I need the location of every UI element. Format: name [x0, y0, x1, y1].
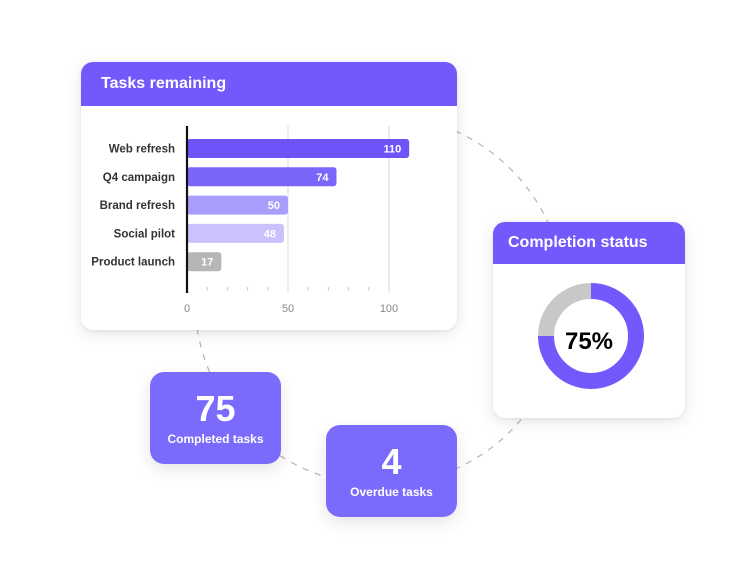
completed-tasks-label: Completed tasks — [167, 432, 264, 446]
donut-chart-container: 75% — [493, 264, 685, 418]
category-label: Web refresh — [109, 144, 175, 156]
tasks-bar-chart: 110 Web refresh 74 Q4 campaign 50 Brand refre… — [91, 126, 410, 315]
completed-tasks-card: 75 Completed tasks — [150, 372, 281, 464]
completed-tasks-value: 75 — [195, 388, 236, 429]
category-label: Product launch — [91, 257, 175, 269]
category-label: Q4 campaign — [103, 172, 175, 184]
bar-1 — [187, 167, 337, 187]
tasks-remaining-card: Tasks remaining 110 Web refresh 74 Q4 campa… — [81, 62, 457, 330]
completion-status-title: Completion status — [508, 234, 648, 251]
completion-status-card: Completion status 75% — [493, 222, 685, 418]
category-label: Social pilot — [114, 228, 176, 240]
bar-value-label: 48 — [264, 228, 276, 240]
x-tick-label: 0 — [184, 303, 190, 315]
x-tick-label: 50 — [282, 303, 294, 315]
bar-0 — [187, 139, 410, 158]
bar-value-label: 74 — [316, 172, 329, 184]
overdue-tasks-label: Overdue tasks — [350, 485, 433, 499]
overdue-tasks-value: 4 — [381, 441, 402, 482]
tasks-remaining-header: Tasks remaining — [81, 62, 457, 106]
bar-value-label: 110 — [383, 144, 401, 156]
overdue-tasks-card: 4 Overdue tasks — [326, 425, 457, 517]
x-tick-label: 100 — [380, 303, 398, 315]
bar-value-label: 50 — [268, 200, 280, 212]
tasks-remaining-title: Tasks remaining — [101, 75, 227, 92]
bar-value-label: 17 — [201, 257, 213, 269]
completion-percent-label: 75% — [564, 328, 614, 355]
category-label: Brand refresh — [100, 200, 175, 212]
completion-status-header: Completion status — [493, 222, 685, 264]
